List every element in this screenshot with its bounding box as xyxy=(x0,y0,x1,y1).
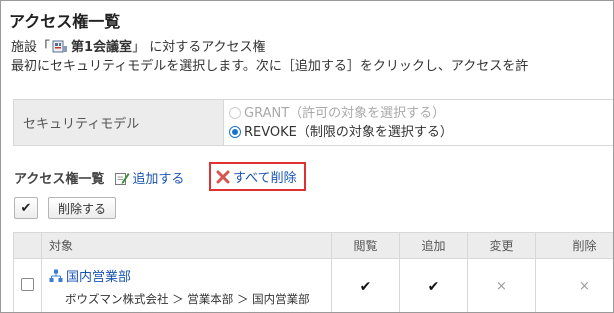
header-delete: 削除 xyxy=(535,232,613,259)
list-header: アクセス権一覧 追加する xyxy=(14,168,184,187)
org-path: ボウズマン株式会社 ＞ 営業本部 ＞ 国内営業部 xyxy=(65,292,310,306)
org-name-link[interactable]: 国内営業部 xyxy=(66,266,131,285)
row-checkbox[interactable] xyxy=(21,278,34,291)
page-title: アクセス権一覧 xyxy=(9,12,121,31)
delete-all-link[interactable]: すべて削除 xyxy=(209,162,306,191)
security-model-label: セキュリティモデル xyxy=(13,99,224,146)
radio-grant[interactable] xyxy=(229,107,241,119)
facility-name: 第1会議室 xyxy=(71,40,133,55)
header-target: 対象 xyxy=(41,232,332,259)
header-checkbox xyxy=(13,232,42,259)
list-toolbar: ✔ 削除する xyxy=(14,197,117,219)
add-link-label[interactable]: 追加する xyxy=(132,168,184,187)
pencil-icon xyxy=(114,170,130,186)
change-cell: × xyxy=(467,258,536,312)
facility-icon xyxy=(52,39,68,53)
header-add: 追加 xyxy=(399,232,468,259)
cross-icon: × xyxy=(579,279,590,294)
delete-cell: × xyxy=(535,258,613,312)
select-all-button[interactable]: ✔ xyxy=(14,197,38,219)
add-link[interactable]: 追加する xyxy=(114,168,184,187)
radio-grant-label: GRANT（許可の対象を選択する） xyxy=(244,105,446,121)
cross-icon: × xyxy=(496,279,507,294)
delete-all-label[interactable]: すべて削除 xyxy=(233,167,297,186)
security-model-options: GRANT（許可の対象を選択する） REVOKE（制限の対象を選択する） xyxy=(223,99,613,146)
row-checkbox-cell xyxy=(13,258,42,312)
check-icon: ✔ xyxy=(427,278,440,295)
header-view: 閲覧 xyxy=(331,232,400,259)
table-header-row: 対象 閲覧 追加 変更 削除 xyxy=(13,232,613,259)
list-title: アクセス権一覧 xyxy=(14,172,105,187)
check-icon: ✔ xyxy=(359,278,372,295)
target-cell: 国内営業部 ボウズマン株式会社 ＞ 営業本部 ＞ 国内営業部 xyxy=(41,258,332,312)
radio-revoke[interactable] xyxy=(229,126,241,138)
table-row: 国内営業部 ボウズマン株式会社 ＞ 営業本部 ＞ 国内営業部 ✔ ✔ × × xyxy=(13,258,613,312)
x-icon xyxy=(216,170,230,184)
add-cell: ✔ xyxy=(399,258,468,312)
radio-grant-row[interactable]: GRANT（許可の対象を選択する） xyxy=(229,104,613,123)
org-line: 国内営業部 xyxy=(49,266,331,285)
header-change: 変更 xyxy=(467,232,536,259)
access-rights-table: 対象 閲覧 追加 変更 削除 国内営業部 ボウズマン株式会社 ＞ 営業本部 ＞ … xyxy=(13,232,613,312)
app-window: アクセス権一覧 施設「 第1会議室 」 に対するアクセス権 最初にセキュリティモ… xyxy=(0,0,614,313)
instruction-text: 最初にセキュリティモデルを選択します。次に［追加する］をクリックし、アクセスを許 xyxy=(11,59,529,74)
desc-suffix: 」 に対するアクセス権 xyxy=(132,40,266,55)
radio-revoke-label: REVOKE（制限の対象を選択する） xyxy=(244,124,453,140)
security-model-table: セキュリティモデル GRANT（許可の対象を選択する） REVOKE（制限の対象… xyxy=(13,99,613,146)
facility-description: 施設「 第1会議室 」 に対するアクセス権 xyxy=(11,36,266,55)
radio-revoke-row[interactable]: REVOKE（制限の対象を選択する） xyxy=(229,123,613,142)
view-cell: ✔ xyxy=(331,258,400,312)
delete-button[interactable]: 削除する xyxy=(48,197,117,219)
org-icon xyxy=(49,269,63,283)
desc-prefix: 施設「 xyxy=(11,40,51,55)
